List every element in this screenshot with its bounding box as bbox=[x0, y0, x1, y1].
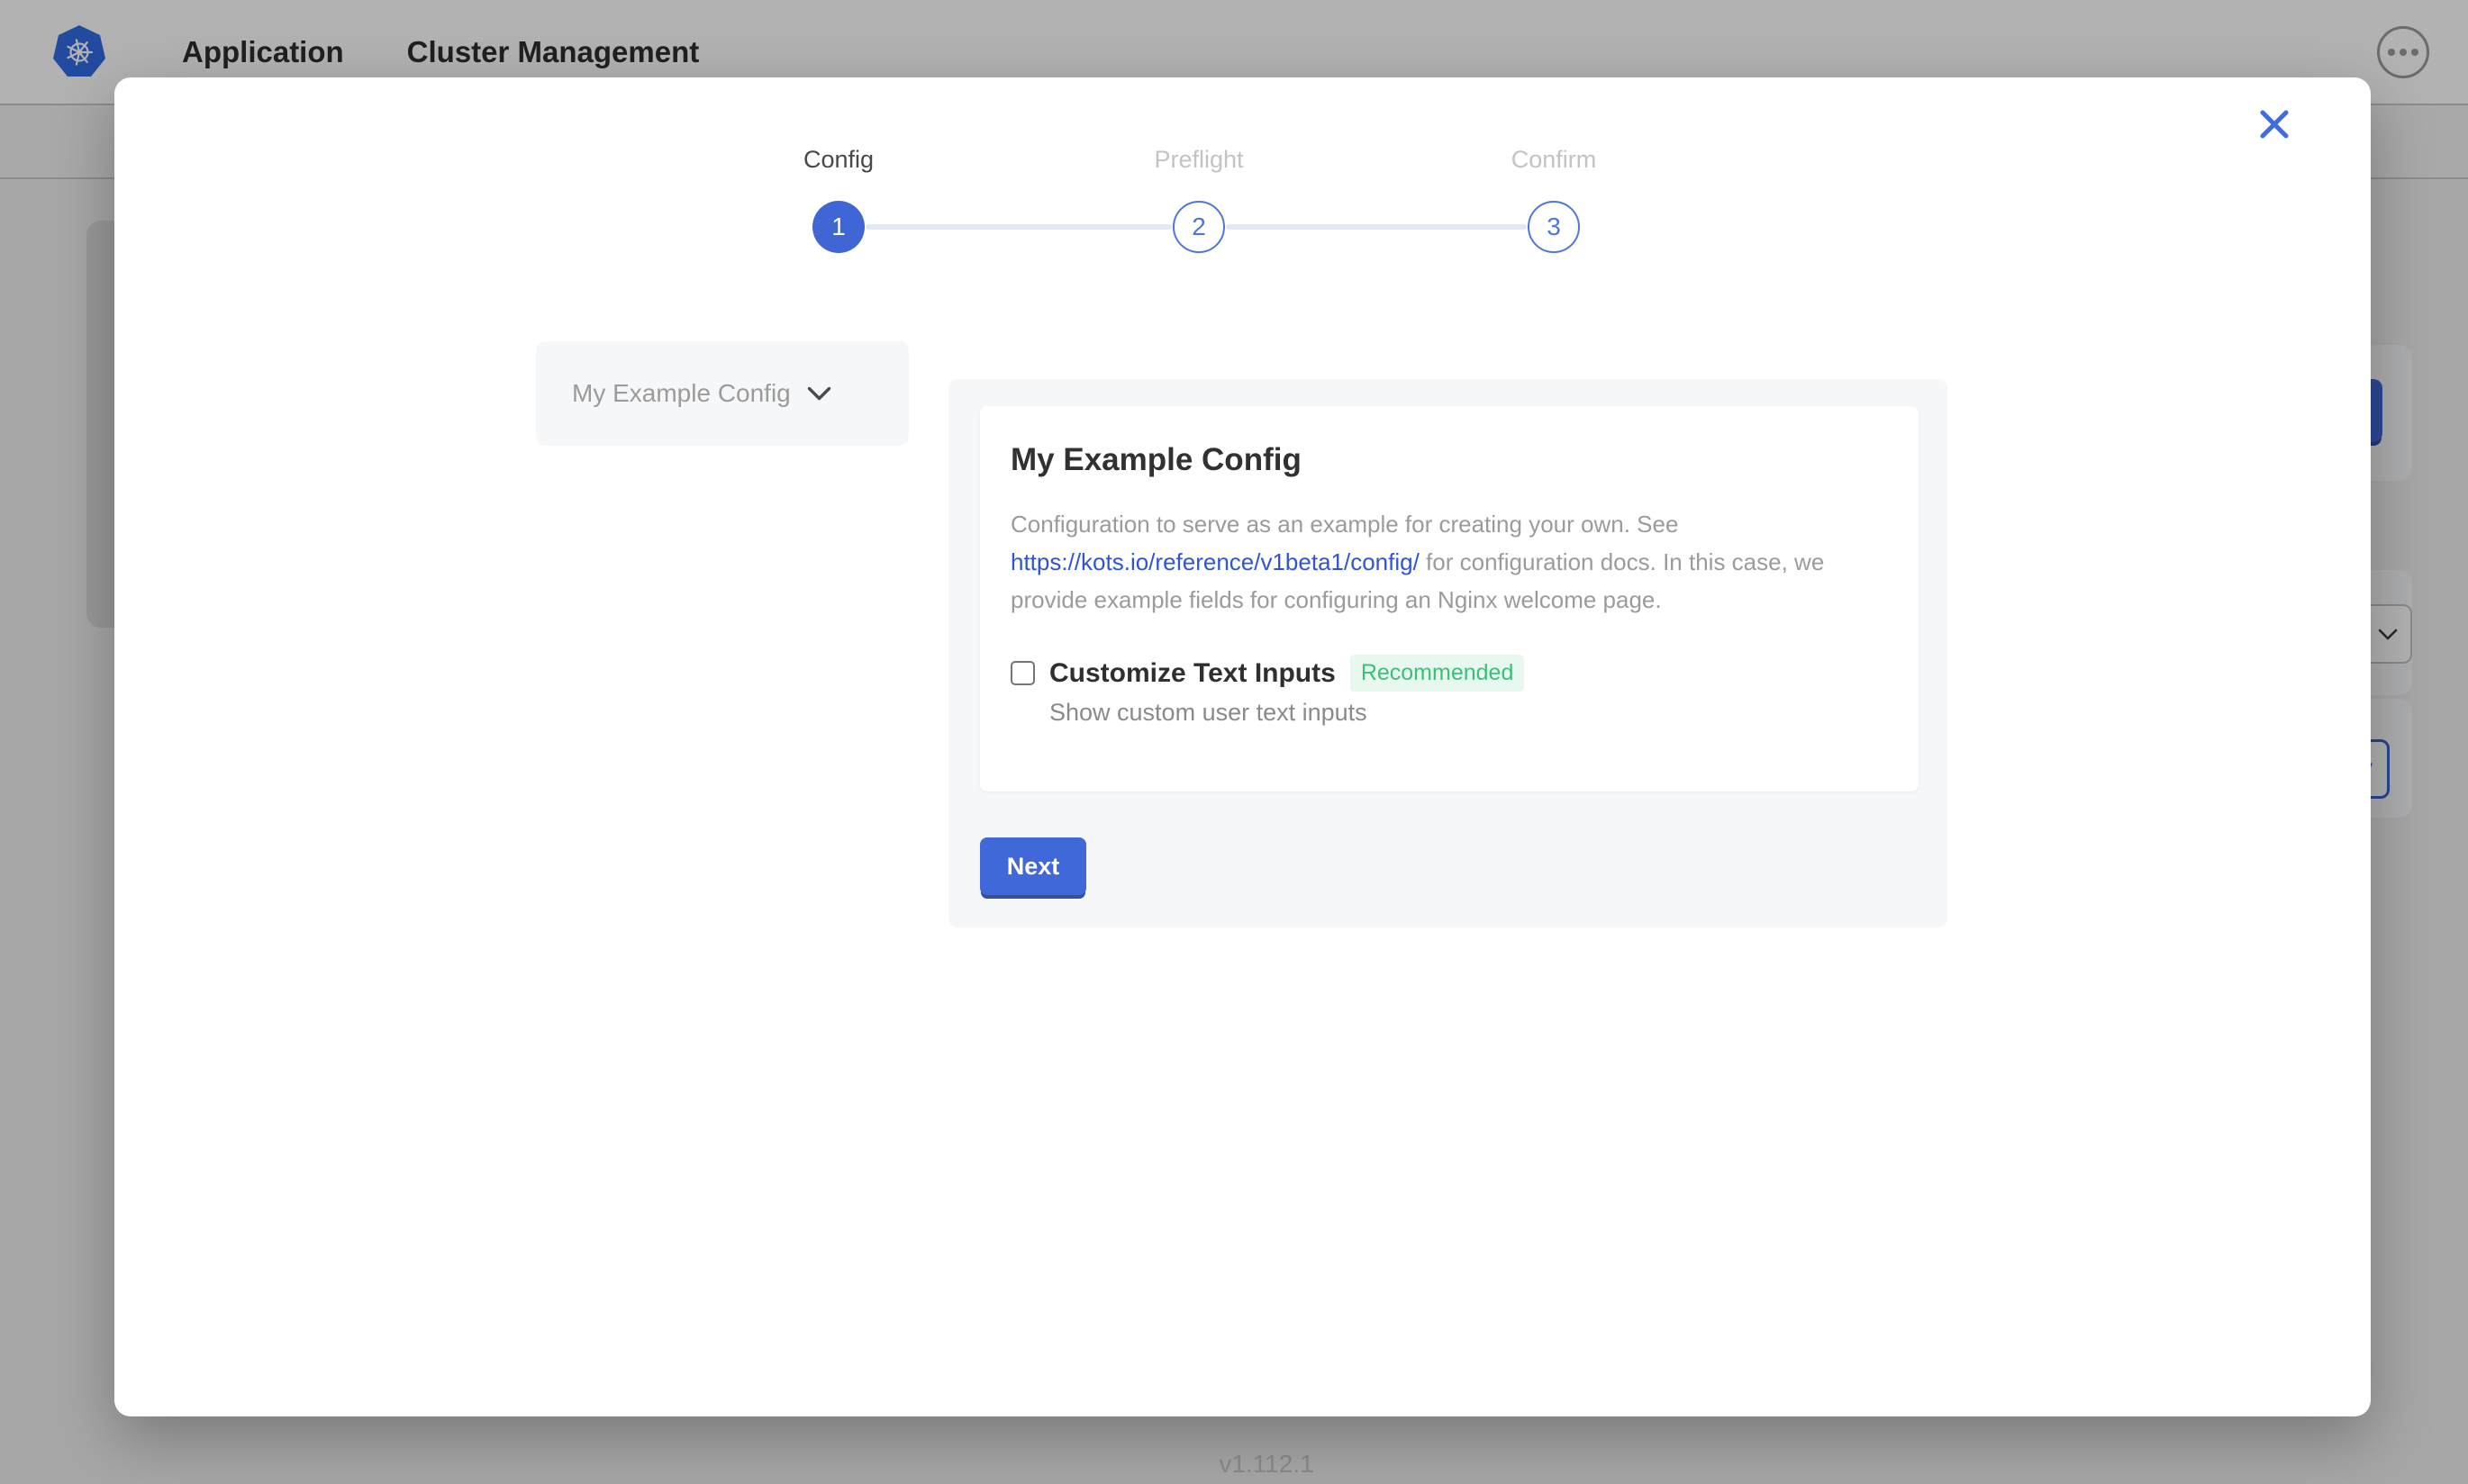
description-text: Configuration to serve as an example for… bbox=[1011, 511, 1678, 538]
config-group-accordion[interactable]: My Example Config bbox=[536, 341, 909, 446]
step-label-config: Config bbox=[703, 146, 974, 174]
step-circle-2: 2 bbox=[1173, 201, 1225, 253]
config-group-card: My Example Config Configuration to serve… bbox=[980, 406, 1919, 792]
config-docs-link[interactable]: https://kots.io/reference/v1beta1/config… bbox=[1011, 548, 1420, 575]
recommended-badge: Recommended bbox=[1350, 655, 1525, 692]
checkbox-row: Customize Text Inputs Recommended bbox=[1011, 655, 1888, 692]
config-card-title: My Example Config bbox=[1011, 442, 1888, 478]
checkbox-help-text: Show custom user text inputs bbox=[1049, 699, 1888, 727]
config-group-label: My Example Config bbox=[572, 379, 791, 408]
step-circle-1: 1 bbox=[812, 201, 865, 253]
customize-text-inputs-checkbox[interactable] bbox=[1011, 661, 1035, 685]
stepper-connector bbox=[866, 224, 1172, 230]
next-button[interactable]: Next bbox=[980, 837, 1086, 895]
step-label-confirm: Confirm bbox=[1419, 146, 1689, 174]
checkbox-label[interactable]: Customize Text Inputs bbox=[1049, 658, 1336, 689]
config-panel: My Example Config Configuration to serve… bbox=[948, 379, 1947, 928]
stepper-connector bbox=[1226, 224, 1527, 230]
config-card-description: Configuration to serve as an example for… bbox=[1011, 505, 1888, 619]
chevron-down-icon bbox=[807, 386, 831, 402]
step-circle-3: 3 bbox=[1528, 201, 1580, 253]
step-label-preflight: Preflight bbox=[1064, 146, 1334, 174]
close-icon[interactable] bbox=[2253, 103, 2296, 146]
config-wizard-modal: Config Preflight Confirm 1 2 3 My Exampl… bbox=[114, 77, 2371, 1416]
